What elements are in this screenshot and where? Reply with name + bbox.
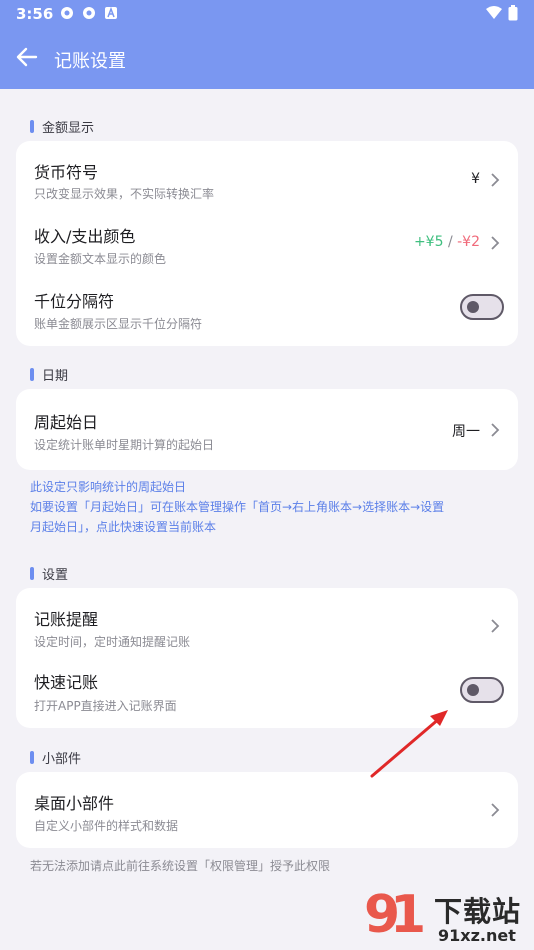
thousands-separator-toggle[interactable] — [460, 294, 504, 320]
week-start-row[interactable]: 周起始日 设定统计账单时星期计算的起始日 周一 — [16, 389, 518, 470]
row-subtitle: 设置金额文本显示的颜色 — [34, 252, 167, 266]
annotation-arrow — [370, 710, 448, 778]
section-header-date: 日期 — [30, 365, 68, 384]
back-arrow-icon[interactable] — [16, 46, 38, 68]
section-accent-bar — [30, 120, 34, 133]
currency-value: ¥ — [471, 171, 480, 187]
section-title: 金额显示 — [42, 121, 95, 136]
week-start-value: 周一 — [452, 424, 480, 440]
row-subtitle: 只改变显示效果，不实际转换汇率 — [34, 187, 215, 201]
color-separator: / — [443, 234, 458, 250]
notification-app-icon — [61, 7, 73, 19]
section-title: 小部件 — [42, 752, 82, 767]
income-preview: +¥5 — [413, 234, 444, 250]
date-settings-card: 周起始日 设定统计账单时星期计算的起始日 周一 — [16, 389, 518, 470]
row-subtitle: 账单金额展示区显示千位分隔符 — [34, 317, 203, 331]
row-subtitle: 设定统计账单时星期计算的起始日 — [34, 438, 215, 452]
widget-permission-footnote[interactable]: 若无法添加请点此前往系统设置「权限管理」授予此权限 — [30, 857, 330, 874]
note-line: 如要设置「月起始日」可在账本管理操作「首页→右上角账本→选择账本→设置 — [30, 500, 445, 514]
section-title: 日期 — [42, 369, 69, 384]
row-subtitle: 自定义小部件的样式和数据 — [34, 819, 179, 833]
note-line: 此设定只影响统计的周起始日 — [30, 480, 187, 494]
row-title: 收入/支出颜色 — [34, 227, 136, 246]
section-header-settings: 设置 — [30, 564, 68, 583]
row-subtitle: 设定时间，定时通知提醒记账 — [34, 635, 191, 649]
status-notification-icons — [60, 6, 118, 20]
currency-symbol-row[interactable]: 货币符号 只改变显示效果，不实际转换汇率 ¥ — [16, 141, 518, 207]
chevron-right-icon — [491, 619, 500, 633]
row-subtitle: 打开APP直接进入记账界面 — [34, 699, 177, 713]
row-title: 周起始日 — [34, 413, 99, 432]
chevron-right-icon — [491, 423, 500, 437]
thousands-separator-row: 千位分隔符 账单金额展示区显示千位分隔符 — [16, 273, 518, 346]
section-title: 设置 — [42, 568, 69, 583]
svg-text:1: 1 — [390, 885, 426, 945]
notification-app-icon — [83, 7, 95, 19]
row-title: 快速记账 — [34, 673, 99, 692]
reminder-row[interactable]: 记账提醒 设定时间，定时通知提醒记账 — [16, 588, 518, 654]
row-title: 千位分隔符 — [34, 292, 115, 311]
status-system-icons — [486, 5, 518, 21]
chevron-right-icon — [491, 236, 500, 250]
date-note[interactable]: 此设定只影响统计的周起始日 如要设置「月起始日」可在账本管理操作「首页→右上角账… — [30, 477, 506, 537]
note-line: 月起始日」，点此快速设置当前账本 — [30, 520, 217, 534]
status-time: 3:56 — [16, 5, 54, 23]
section-accent-bar — [30, 368, 34, 381]
row-title: 记账提醒 — [34, 610, 99, 629]
row-title: 货币符号 — [34, 163, 99, 182]
color-preview: +¥5 / -¥2 — [414, 234, 480, 250]
status-bar: 3:56 — [0, 0, 534, 28]
toggle-knob — [467, 301, 479, 313]
section-header-amount: 金额显示 — [30, 117, 94, 136]
notification-a-icon — [105, 6, 117, 19]
wifi-icon — [486, 6, 502, 19]
income-expense-color-row[interactable]: 收入/支出颜色 设置金额文本显示的颜色 +¥5 / -¥2 — [16, 207, 518, 273]
amount-settings-card: 货币符号 只改变显示效果，不实际转换汇率 ¥ 收入/支出颜色 设置金额文本显示的… — [16, 141, 518, 346]
quick-entry-toggle[interactable] — [460, 677, 504, 703]
chevron-right-icon — [491, 803, 500, 817]
battery-icon — [508, 5, 518, 21]
page-title: 记账设置 — [54, 51, 126, 72]
toggle-knob — [467, 684, 479, 696]
row-title: 桌面小部件 — [34, 794, 115, 813]
watermark-domain: 91xz.net — [438, 926, 516, 945]
section-accent-bar — [30, 751, 34, 764]
site-watermark: 9 1 下载站 91xz.net — [360, 880, 534, 950]
expense-preview: -¥2 — [457, 234, 480, 250]
section-accent-bar — [30, 567, 34, 580]
app-header: 3:56 记账设置 — [0, 0, 534, 89]
chevron-right-icon — [491, 173, 500, 187]
watermark-brand: 下载站 — [434, 895, 522, 928]
section-header-widget: 小部件 — [30, 748, 81, 767]
